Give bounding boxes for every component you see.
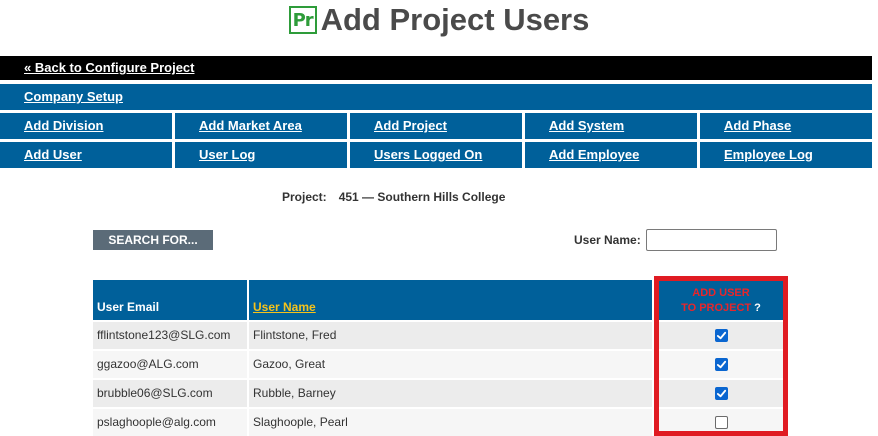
users-logged-on-link[interactable]: Users Logged On	[374, 147, 482, 162]
page-header: Pr Add Project Users	[0, 0, 878, 40]
user-name-cell: Slaghoople, Pearl	[249, 409, 652, 436]
project-label: Project:	[282, 190, 327, 204]
user-name-cell: Rubble, Barney	[249, 380, 652, 407]
user-email-cell: fflintstone123@SLG.com	[93, 322, 247, 349]
nav-cell: Add Division	[0, 113, 172, 139]
help-icon[interactable]: ?	[754, 302, 761, 314]
company-setup-bar: Company Setup	[0, 84, 872, 110]
user-email-cell: pslaghoople@alg.com	[93, 409, 247, 436]
user-name-cell: Flintstone, Fred	[249, 322, 652, 349]
header-user-name: User Name	[249, 280, 652, 320]
user-name-label: User Name:	[574, 233, 641, 247]
nav-cell: Add Market Area	[175, 113, 347, 139]
add-user-checkbox[interactable]	[714, 387, 728, 400]
project-info: Project: 451 — Southern Hills College	[282, 190, 505, 204]
add-user-cell	[659, 409, 783, 436]
add-user-cell	[659, 351, 783, 378]
add-project-link[interactable]: Add Project	[374, 118, 447, 133]
nav-row-1: Add Division Add Market Area Add Project…	[0, 113, 872, 139]
back-to-configure-project-link[interactable]: « Back to Configure Project	[24, 60, 194, 75]
add-phase-link[interactable]: Add Phase	[724, 118, 791, 133]
back-bar: « Back to Configure Project	[0, 56, 872, 80]
nav-cell: Add Phase	[700, 113, 872, 139]
app-logo-icon: Pr	[288, 6, 317, 34]
title-group: Pr Add Project Users	[288, 2, 590, 38]
project-value: 451 — Southern Hills College	[338, 190, 506, 204]
add-system-link[interactable]: Add System	[549, 118, 624, 133]
employee-log-link[interactable]: Employee Log	[724, 147, 813, 162]
add-user-checkbox[interactable]	[714, 329, 728, 342]
nav-cell: User Log	[175, 142, 347, 168]
add-user-cell	[659, 380, 783, 407]
nav-row-2: Add User User Log Users Logged On Add Em…	[0, 142, 872, 168]
add-division-link[interactable]: Add Division	[24, 118, 103, 133]
header-user-email: User Email	[93, 280, 247, 320]
nav-cell: Employee Log	[700, 142, 872, 168]
page-title: Add Project Users	[320, 2, 590, 37]
user-log-link[interactable]: User Log	[199, 147, 255, 162]
add-user-checkbox[interactable]	[714, 358, 728, 371]
add-user-link[interactable]: Add User	[24, 147, 82, 162]
user-name-input[interactable]	[646, 229, 777, 251]
add-user-checkbox[interactable]	[714, 416, 728, 429]
nav-cell: Add Project	[350, 113, 522, 139]
add-user-heading-line1: ADD USER	[692, 287, 750, 299]
nav-cell: Add User	[0, 142, 172, 168]
user-name-sort-link[interactable]: User Name	[253, 300, 316, 314]
add-user-cell	[659, 322, 783, 349]
nav-cell: Add System	[525, 113, 697, 139]
company-setup-link[interactable]: Company Setup	[24, 89, 123, 104]
nav-cell: Add Employee	[525, 142, 697, 168]
user-name-cell: Gazoo, Great	[249, 351, 652, 378]
add-market-area-link[interactable]: Add Market Area	[199, 118, 302, 133]
user-email-cell: brubble06@SLG.com	[93, 380, 247, 407]
header-add-user-to-project: ADD USER TO PROJECT?	[659, 280, 783, 320]
add-user-heading-line2: TO PROJECT	[681, 302, 752, 314]
user-email-cell: ggazoo@ALG.com	[93, 351, 247, 378]
nav-cell: Users Logged On	[350, 142, 522, 168]
search-for-button[interactable]: SEARCH FOR...	[93, 230, 213, 250]
add-employee-link[interactable]: Add Employee	[549, 147, 639, 162]
